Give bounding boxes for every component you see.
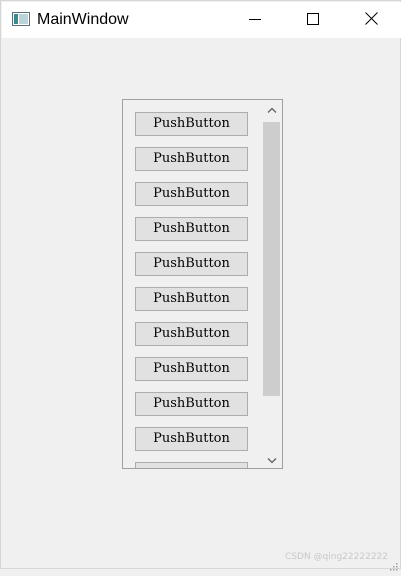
- push-button[interactable]: PushButton: [135, 357, 248, 381]
- push-button[interactable]: PushButton: [135, 217, 248, 241]
- push-button-partial[interactable]: [135, 462, 248, 468]
- push-button[interactable]: PushButton: [135, 287, 248, 311]
- chevron-down-icon: [267, 451, 277, 469]
- app-window-icon: [12, 12, 30, 26]
- main-window: MainWindow PushButton PushButton PushBut…: [0, 0, 401, 571]
- scrollbar-thumb[interactable]: [263, 122, 280, 396]
- resize-grip-icon[interactable]: [390, 558, 398, 571]
- push-button[interactable]: PushButton: [135, 322, 248, 346]
- window-title: MainWindow: [37, 11, 129, 28]
- minimize-icon: [249, 12, 261, 30]
- push-button[interactable]: PushButton: [135, 252, 248, 276]
- scroll-down-button[interactable]: [261, 451, 282, 468]
- scroll-up-button[interactable]: [261, 100, 282, 117]
- vertical-scrollbar[interactable]: [261, 100, 282, 468]
- scroll-area[interactable]: PushButton PushButton PushButton PushBut…: [122, 99, 283, 469]
- scroll-area-content: PushButton PushButton PushButton PushBut…: [123, 100, 261, 468]
- push-button[interactable]: PushButton: [135, 182, 248, 206]
- close-icon: [364, 11, 378, 30]
- watermark: CSDN @qing22222222: [285, 552, 388, 562]
- title-bar[interactable]: MainWindow: [2, 2, 401, 38]
- chevron-up-icon: [267, 100, 277, 118]
- push-button[interactable]: PushButton: [135, 112, 248, 136]
- maximize-button[interactable]: [284, 3, 342, 38]
- push-button[interactable]: PushButton: [135, 392, 248, 416]
- close-button[interactable]: [342, 3, 400, 38]
- push-button[interactable]: PushButton: [135, 147, 248, 171]
- minimize-button[interactable]: [226, 3, 284, 38]
- push-button[interactable]: PushButton: [135, 427, 248, 451]
- maximize-icon: [307, 12, 319, 30]
